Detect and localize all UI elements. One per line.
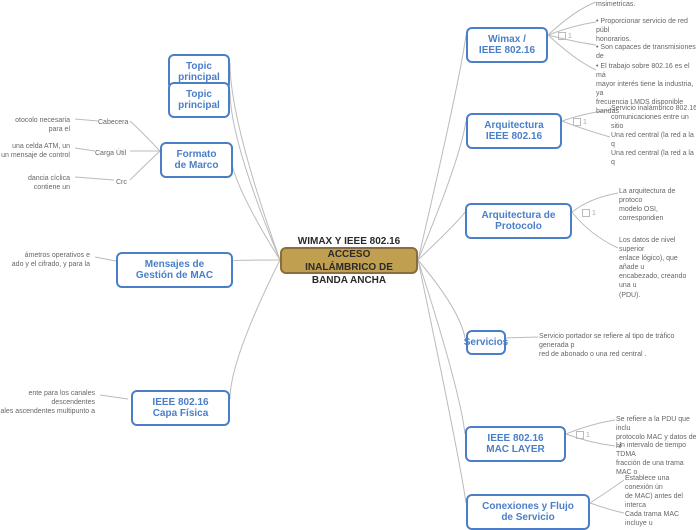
- txt-p1: ente para los canales descendentesales a…: [0, 389, 95, 416]
- txt-f1: otocolo necesaria para el: [0, 116, 70, 134]
- node-proto[interactable]: Arquitectura de Protocolo: [465, 203, 572, 239]
- txt-f2: una celda ATM, unun mensaje de control: [0, 142, 70, 160]
- node-formato[interactable]: Formato de Marco: [160, 142, 233, 178]
- txt-f3: dancia cíclica contiene un: [0, 174, 70, 192]
- txt-m2r: Un intervalo de tiempo TDMAfracción de u…: [616, 441, 696, 477]
- node-conex[interactable]: Conexiones y Flujo de Servicio: [466, 494, 590, 530]
- node-arq[interactable]: Arquitectura IEEE 802.16: [466, 113, 562, 149]
- lbl-crc: Crc: [116, 178, 127, 187]
- badge-arq: 1: [573, 118, 587, 126]
- node-mac[interactable]: IEEE 802.16 MAC LAYER: [465, 426, 566, 462]
- txt-a2: Una red central (la red a la qUna red ce…: [611, 131, 696, 167]
- node-fisica[interactable]: IEEE 802.16 Capa Física: [131, 390, 230, 426]
- txt-a1: Servicio inalámbrico 802.16comunicacione…: [611, 104, 696, 131]
- lbl-carga: Carga Útil: [95, 149, 126, 158]
- txt-pr2: Los datos de nivel superiorenlace lógico…: [619, 236, 696, 300]
- txt-s1: Servicio portador se refiere al tipo de …: [539, 332, 696, 359]
- node-serv[interactable]: Servicios: [466, 330, 506, 355]
- badge-proto: 1: [582, 209, 596, 217]
- node-topic2[interactable]: Topic principal: [168, 82, 230, 118]
- center-node[interactable]: WIMAX Y IEEE 802.16 ACCESO INALÁMBRICO D…: [280, 247, 418, 274]
- badge-mac: 1: [576, 431, 590, 439]
- txt-w2: • Son capaces de transmisiones de: [596, 43, 696, 61]
- lbl-cabecera: Cabecera: [98, 118, 128, 127]
- txt-c2: Cada trama MAC incluye u: [625, 510, 696, 528]
- node-mensajes[interactable]: Mensajes de Gestión de MAC: [116, 252, 233, 288]
- center-label: WIMAX Y IEEE 802.16 ACCESO INALÁMBRICO D…: [294, 235, 404, 287]
- txt-w0: msimetricas.: [596, 0, 696, 9]
- txt-c1: Establece una conexión únde MAC) antes d…: [625, 474, 696, 510]
- txt-pr1: La arquitectura de protocomodelo OSI, co…: [619, 187, 696, 223]
- txt-m1: ámetros operativos eado y el cifrado, y …: [0, 251, 90, 269]
- badge-wimax: 1: [558, 32, 572, 40]
- node-wimax[interactable]: Wimax / IEEE 802.16: [466, 27, 548, 63]
- txt-w1: • Proporcionar servicio de red públhonor…: [596, 17, 696, 44]
